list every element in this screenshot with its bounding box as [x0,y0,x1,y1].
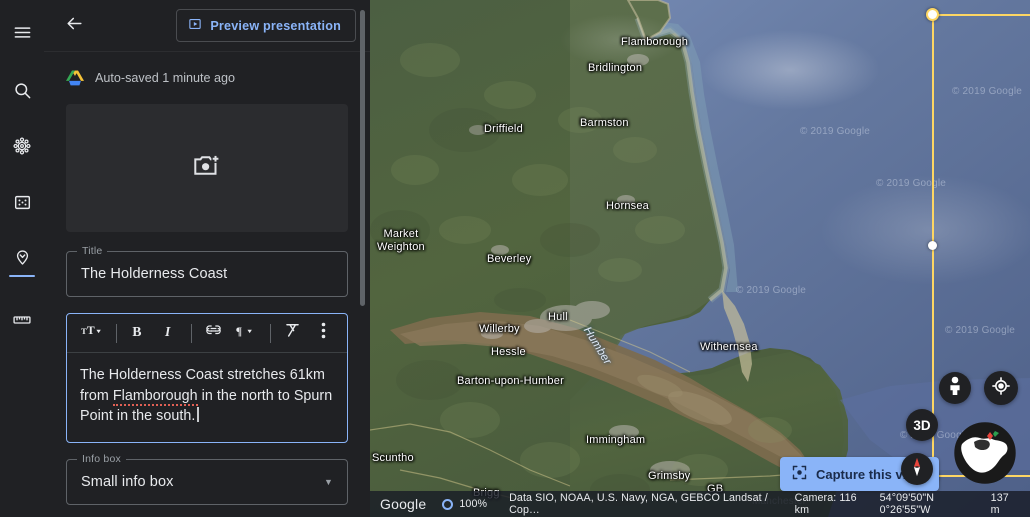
pegman-button[interactable] [939,372,971,404]
scale-percent: 100% [459,498,488,510]
add-photo-icon [194,154,220,182]
infobox-select[interactable]: Info box Small info box ▼ [66,452,348,505]
scale-indicator: 100% [442,498,487,510]
toolbar-divider [269,323,271,343]
autosave-label: Auto-saved 1 minute ago [95,71,236,85]
svg-text:B: B [133,323,142,338]
3d-toggle-button[interactable]: 3D [906,409,938,441]
bold-icon-button[interactable]: B [124,318,153,348]
more-options-icon [321,322,326,344]
camera-altitude: Camera: 116 km [794,492,857,516]
editor-panel: Preview presentation Auto-saved 1 minute… [44,0,370,517]
ruler-icon-button[interactable] [0,294,44,346]
toolbar-divider [115,323,117,343]
map-attribution: Data SIO, NOAA, U.S. Navy, NGA, GEBCO La… [509,492,768,516]
text-size-icon: T T [81,323,103,343]
3d-toggle-label: 3D [913,417,931,433]
infobox-select-legend: Info box [77,452,126,466]
map-view[interactable]: Flamborough Bridlington Barmston Hornsea Dri… [370,0,1030,517]
panel-scrollbar[interactable] [360,10,365,306]
svg-text:¶: ¶ [236,325,242,338]
camera-readout: Camera: 116 km 54°09'50"N 0°26'55"W 137 … [795,492,1020,516]
helm-icon-button[interactable] [0,120,44,172]
play-box-icon [188,17,202,34]
globe-button[interactable] [954,421,1016,489]
back-button[interactable] [58,10,90,42]
ruler-icon [12,310,32,330]
bold-icon: B [130,323,146,344]
panel-scroll-area: Auto-saved 1 minute ago Title The Holder… [44,52,370,517]
toolbar-divider [190,323,192,343]
selection-handle-top-left[interactable] [926,8,939,21]
preview-presentation-label: Preview presentation [210,18,341,33]
more-options-icon-button[interactable] [309,318,338,348]
place-pin-icon-button[interactable] [0,232,44,284]
text-cursor [197,407,199,422]
title-field-value[interactable]: The Holderness Coast [67,252,347,296]
camera-elevation: 137 m [990,492,1009,516]
compass-icon [911,456,923,483]
compass-button[interactable] [901,453,933,485]
title-field-legend: Title [77,245,108,258]
slides-icon [13,193,32,212]
text-size-icon-button[interactable]: T T [76,318,109,348]
app-root: Preview presentation Auto-saved 1 minute… [0,0,1030,517]
google-logo: Google [380,496,427,512]
svg-text:I: I [164,323,171,338]
pegman-icon [946,376,964,401]
italic-icon-button[interactable]: I [155,318,184,348]
satellite-imagery [370,0,1030,517]
paragraph-style-icon-button[interactable]: ¶ [230,318,263,348]
helm-icon [12,136,32,156]
link-icon-button[interactable] [199,318,228,348]
menu-icon [13,23,32,42]
search-icon-button[interactable] [0,64,44,116]
link-icon [204,324,223,343]
editor-toolbar: T T B I ¶ [67,314,347,353]
capture-frame-icon [792,465,807,483]
panel-toolbar: Preview presentation [44,0,370,52]
globe-icon [954,421,1016,489]
left-rail [0,0,44,517]
svg-text:T: T [81,326,87,336]
scale-ring-icon [442,498,454,510]
description-editor[interactable]: T T B I ¶ The Holderness Coast stretches… [66,313,348,443]
camera-coordinates: 54°09'50"N 0°26'55"W [879,492,935,516]
search-icon [13,81,32,100]
place-pin-icon [13,249,32,268]
infobox-select-value: Small info box [81,473,174,490]
menu-icon-button[interactable] [0,6,44,58]
my-location-icon [991,376,1011,401]
paragraph-style-icon: ¶ [235,323,257,343]
view-selection-rectangle[interactable] [926,8,1030,483]
clear-formatting-icon-button[interactable] [278,318,307,348]
svg-text:T: T [87,324,95,337]
italic-icon: I [161,323,177,344]
clear-formatting-icon [284,322,301,344]
arrow-left-icon [65,14,84,38]
my-location-button[interactable] [984,371,1018,405]
map-status-bar: Google 100% Data SIO, NOAA, U.S. Navy, N… [370,491,1030,517]
preview-presentation-button[interactable]: Preview presentation [176,9,356,42]
add-image-placeholder[interactable] [66,104,348,232]
google-drive-icon [66,70,84,86]
description-misspelled-word: Flamborough [112,387,198,406]
chevron-down-icon: ▼ [323,476,333,487]
autosave-status: Auto-saved 1 minute ago [66,52,348,104]
slides-icon-button[interactable] [0,176,44,228]
title-field[interactable]: Title The Holderness Coast [66,245,348,297]
description-text[interactable]: The Holderness Coast stretches 61km from… [67,353,347,442]
selection-handle-left[interactable] [928,241,937,250]
